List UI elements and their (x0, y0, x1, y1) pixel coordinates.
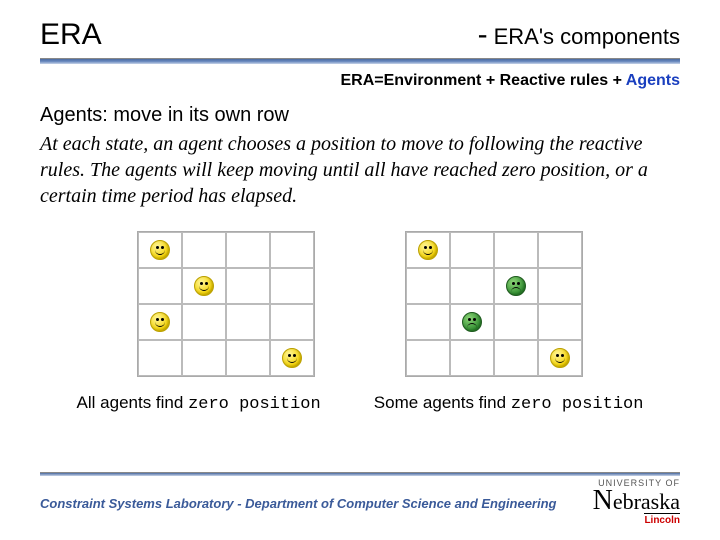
grid-cell (406, 268, 450, 304)
grids-row (40, 231, 680, 377)
caption-left-a: All agents find (77, 393, 189, 412)
grid-cell (450, 232, 494, 268)
title-dash: - (478, 18, 488, 52)
footer: Constraint Systems Laboratory - Departme… (0, 476, 720, 526)
grid-cell (138, 304, 182, 340)
grid-cell (494, 304, 538, 340)
grid-cell (182, 304, 226, 340)
footer-text: Constraint Systems Laboratory - Departme… (40, 490, 556, 511)
grid-cell (538, 268, 582, 304)
title-right-wrap: - ERA's components (478, 18, 680, 52)
grid-cell (538, 304, 582, 340)
grid-cell (406, 304, 450, 340)
smiley-icon (418, 240, 438, 260)
caption-left: All agents find zero position (77, 393, 321, 414)
body-paragraph: At each state, an agent chooses a positi… (40, 131, 680, 209)
equation-line: ERA=Environment + Reactive rules + Agent… (0, 64, 720, 90)
grid-cell (226, 268, 270, 304)
grid-cell (226, 340, 270, 376)
grid-cell (450, 340, 494, 376)
grid-cell (182, 268, 226, 304)
grid-cell (538, 340, 582, 376)
grid-cell (226, 232, 270, 268)
grid-cell (270, 268, 314, 304)
grid-cell (406, 340, 450, 376)
logo-sub: Lincoln (644, 513, 680, 526)
caption-left-b: zero position (188, 395, 321, 414)
grid-cell (182, 340, 226, 376)
smiley-icon (150, 312, 170, 332)
frown-icon (462, 312, 482, 332)
agents-heading: Agents: move in its own row (40, 104, 680, 127)
equation-prefix: ERA=Environment + Reactive rules + (340, 72, 625, 89)
grid-right (405, 231, 583, 377)
grid-cell (406, 232, 450, 268)
slide-header: ERA - ERA's components (0, 0, 720, 56)
grid-cell (270, 232, 314, 268)
captions-row: All agents find zero position Some agent… (40, 393, 680, 414)
grid-cell (450, 268, 494, 304)
grid-cell (538, 232, 582, 268)
agents-label: Agents: (40, 104, 108, 126)
caption-right: Some agents find zero position (374, 393, 644, 414)
title-left: ERA (40, 18, 102, 52)
title-right: ERA's components (494, 24, 680, 50)
agents-desc: move in its own row (108, 104, 289, 126)
university-logo: UNIVERSITY OF Nebraska Lincoln (593, 476, 680, 526)
footer-rule (40, 472, 680, 476)
logo-main: Nebraska (593, 488, 680, 513)
smiley-icon (194, 276, 214, 296)
grid-cell (226, 304, 270, 340)
equation-agents: Agents (626, 72, 680, 89)
grid-cell (494, 232, 538, 268)
grid-cell (138, 340, 182, 376)
grid-cell (450, 304, 494, 340)
grid-cell (138, 232, 182, 268)
caption-right-b: zero position (511, 395, 644, 414)
grid-cell (494, 268, 538, 304)
grid-cell (182, 232, 226, 268)
smiley-icon (150, 240, 170, 260)
grid-cell (494, 340, 538, 376)
smiley-icon (282, 348, 302, 368)
caption-right-a: Some agents find (374, 393, 511, 412)
smiley-icon (550, 348, 570, 368)
main-content: Agents: move in its own row At each stat… (0, 90, 720, 414)
grid-cell (270, 304, 314, 340)
frown-icon (506, 276, 526, 296)
grid-cell (138, 268, 182, 304)
grid-cell (270, 340, 314, 376)
grid-left (137, 231, 315, 377)
